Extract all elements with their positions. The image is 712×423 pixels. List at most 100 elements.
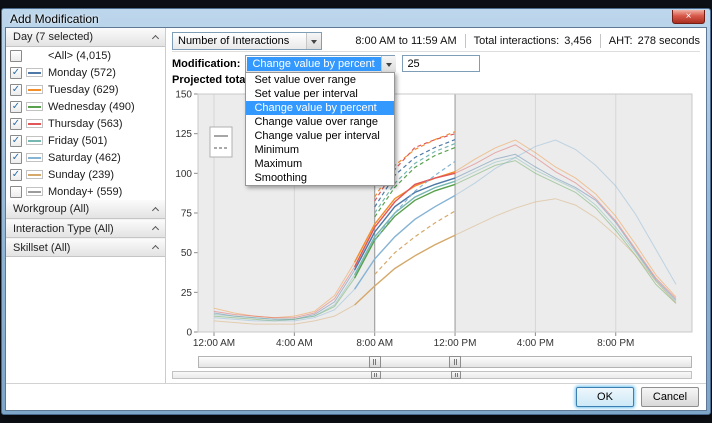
day-checkbox[interactable]: ✓: [10, 84, 22, 96]
add-modification-dialog: Add Modification × Day (7 selected) <All…: [1, 8, 711, 415]
series-color-swatch: [26, 153, 43, 162]
day-list-item[interactable]: ✓ Thursday (563): [6, 115, 165, 132]
modification-type-dropdown[interactable]: Change value by percent: [245, 55, 395, 73]
zoom-scrollbar[interactable]: [172, 371, 692, 379]
svg-text:8:00 AM: 8:00 AM: [356, 338, 393, 349]
svg-text:25: 25: [181, 288, 193, 299]
series-color-swatch: [26, 68, 43, 77]
day-list-item[interactable]: ✓ Tuesday (629): [6, 81, 165, 98]
aht-label: AHT:: [609, 35, 633, 47]
summary-status: 8:00 AM to 11:59 AM Total interactions: …: [355, 34, 700, 48]
section-label: Skillset (All): [13, 242, 70, 254]
day-checkbox[interactable]: ✓: [10, 118, 22, 130]
chevron-up-icon: [152, 226, 159, 233]
zoom-handle-start[interactable]: [371, 371, 381, 379]
range-slider[interactable]: [198, 356, 692, 368]
metric-dropdown-value: Number of Interactions: [173, 33, 306, 49]
day-label: Monday+ (559): [48, 186, 122, 198]
day-list-item[interactable]: ✓ Friday (501): [6, 132, 165, 149]
menu-item[interactable]: Change value by percent: [246, 101, 394, 115]
day-list-item[interactable]: ✓ Sunday (239): [6, 166, 165, 183]
menu-item[interactable]: Set value over range: [246, 73, 394, 87]
day-checkbox[interactable]: [10, 186, 22, 198]
modification-label: Modification:: [172, 58, 240, 70]
series-color-swatch: [26, 170, 43, 179]
total-interactions-value: 3,456: [564, 35, 592, 47]
zoom-handle-end[interactable]: [451, 371, 461, 379]
svg-text:12:00 AM: 12:00 AM: [193, 338, 235, 349]
day-section-header[interactable]: Day (7 selected): [6, 28, 165, 47]
ok-button[interactable]: OK: [576, 387, 634, 407]
percent-value-input[interactable]: [402, 55, 480, 72]
series-color-swatch: [26, 85, 43, 94]
total-interactions-label: Total interactions:: [474, 35, 560, 47]
series-color-swatch: [26, 119, 43, 128]
aht-value: 278 seconds: [638, 35, 700, 47]
day-label: Monday (572): [48, 67, 116, 79]
menu-item[interactable]: Change value over range: [246, 115, 394, 129]
grip-icon: [374, 373, 377, 377]
menu-item[interactable]: Smoothing: [246, 171, 394, 185]
day-list-item[interactable]: Monday+ (559): [6, 183, 165, 200]
day-checkbox[interactable]: ✓: [10, 101, 22, 113]
day-checkbox[interactable]: [10, 50, 22, 62]
day-list-item[interactable]: ✓ Saturday (462): [6, 149, 165, 166]
grip-icon: [373, 359, 376, 365]
grip-icon: [454, 359, 457, 365]
day-label: Thursday (563): [48, 118, 123, 130]
top-toolbar: Number of Interactions 8:00 AM to 11:59 …: [172, 31, 700, 52]
metric-dropdown[interactable]: Number of Interactions: [172, 32, 322, 50]
day-section-label: Day (7 selected): [13, 31, 93, 43]
day-checkbox[interactable]: ✓: [10, 169, 22, 181]
divider: [465, 34, 466, 48]
series-color-swatch: [26, 136, 43, 145]
grip-icon: [455, 373, 458, 377]
time-range-text: 8:00 AM to 11:59 AM: [355, 35, 456, 47]
dialog-content: Day (7 selected) <All> (4,015) ✓ Monday (5…: [5, 27, 707, 411]
section-label: Workgroup (All): [13, 203, 89, 215]
day-label: Tuesday (629): [48, 84, 119, 96]
day-label: Saturday (462): [48, 152, 121, 164]
dialog-titlebar[interactable]: Add Modification ×: [5, 10, 707, 27]
svg-text:4:00 AM: 4:00 AM: [276, 338, 313, 349]
chevron-up-icon: [152, 206, 159, 213]
sidebar-empty-area: [6, 257, 165, 383]
chevron-up-icon: [152, 245, 159, 252]
svg-text:100: 100: [175, 169, 192, 180]
day-checkbox[interactable]: ✓: [10, 67, 22, 79]
svg-text:12:00 PM: 12:00 PM: [434, 338, 477, 349]
day-checkbox[interactable]: ✓: [10, 135, 22, 147]
section-label: Interaction Type (All): [13, 223, 114, 235]
day-label: Sunday (239): [48, 169, 114, 181]
sidebar-section-header[interactable]: Interaction Type (All): [6, 219, 165, 238]
svg-text:8:00 PM: 8:00 PM: [597, 338, 634, 349]
sidebar-section-header[interactable]: Workgroup (All): [6, 200, 165, 219]
modification-row: Modification: Change value by percent Se…: [172, 54, 700, 73]
day-list: <All> (4,015) ✓ Monday (572) ✓ Tuesday (629)…: [6, 47, 165, 200]
series-color-swatch: [26, 102, 43, 111]
day-checkbox[interactable]: ✓: [10, 152, 22, 164]
svg-text:125: 125: [175, 129, 192, 140]
chevron-up-icon: [152, 34, 159, 41]
day-list-item[interactable]: <All> (4,015): [6, 47, 165, 64]
series-color-swatch: [26, 187, 43, 196]
chevron-down-icon: [306, 33, 321, 49]
modification-type-value: Change value by percent: [247, 57, 380, 71]
menu-item[interactable]: Change value per interval: [246, 129, 394, 143]
menu-item[interactable]: Maximum: [246, 157, 394, 171]
cancel-button[interactable]: Cancel: [641, 387, 699, 407]
dialog-title: Add Modification: [5, 12, 99, 26]
sidebar-sections: Workgroup (All) Interaction Type (All) Ski…: [6, 200, 165, 257]
menu-item[interactable]: Minimum: [246, 143, 394, 157]
sidebar-section-header[interactable]: Skillset (All): [6, 238, 165, 257]
day-label: Friday (501): [48, 135, 107, 147]
divider: [600, 34, 601, 48]
day-list-item[interactable]: ✓Wednesday (490): [6, 98, 165, 115]
dialog-footer: OK Cancel: [6, 383, 706, 410]
close-icon[interactable]: ×: [672, 10, 705, 24]
modification-type-menu: Set value over rangeSet value per interv…: [245, 72, 395, 186]
range-slider-handle-end[interactable]: [449, 356, 461, 368]
menu-item[interactable]: Set value per interval: [246, 87, 394, 101]
day-list-item[interactable]: ✓ Monday (572): [6, 64, 165, 81]
range-slider-handle-start[interactable]: [369, 356, 381, 368]
